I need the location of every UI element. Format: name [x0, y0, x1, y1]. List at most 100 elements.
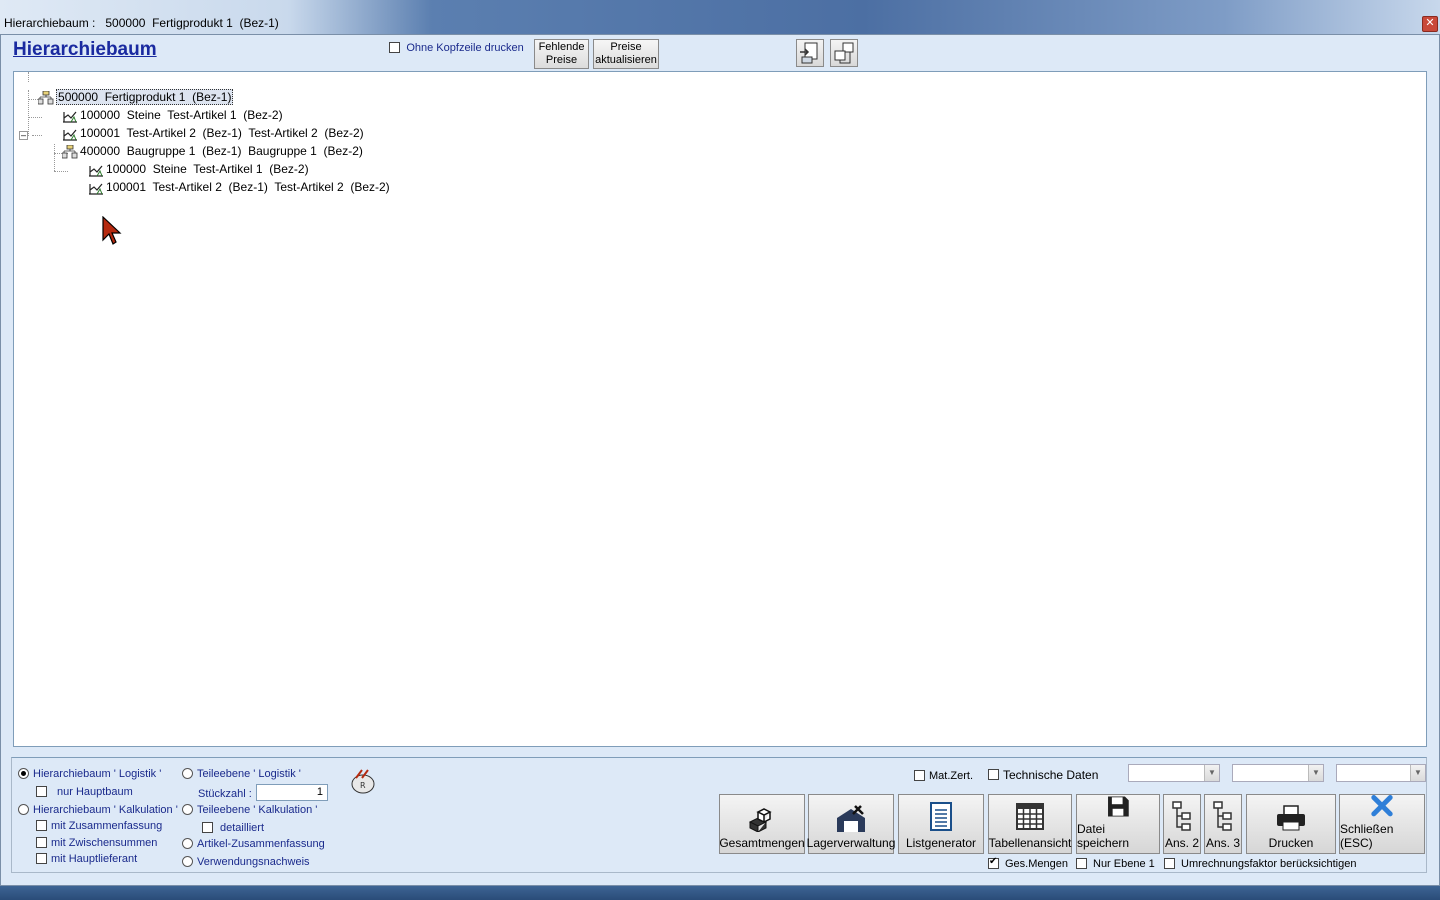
tabellenansicht-label: Tabellenansicht [988, 836, 1072, 850]
combo-3[interactable]: ▼ [1336, 764, 1426, 782]
ans2-button[interactable]: Ans. 2 [1163, 794, 1201, 854]
tree-node-assembly[interactable]: 400000 Baugruppe 1 (Bez-1) Baugruppe 1 (… [42, 127, 363, 159]
ges-mengen-label: Ges.Mengen [1005, 857, 1068, 870]
schliessen-label: Schließen (ESC) [1340, 822, 1394, 850]
lagerverwaltung-button[interactable]: Lagerverwaltung [807, 794, 895, 854]
mit-zusammenfassung-label: mit Zusammenfassung [51, 819, 163, 832]
option-detailliert[interactable]: detailliert [202, 820, 264, 834]
nur-ebene1-label: Nur Ebene 1 [1093, 857, 1155, 870]
option-mit-zusammenfassung[interactable]: mit Zusammenfassung [36, 818, 162, 832]
floppy-disk-icon [1108, 796, 1129, 817]
radio-teil-logistik[interactable] [182, 768, 193, 780]
options-panel: Hierarchiebaum ' Logistik ' nur Hauptbau… [11, 757, 1427, 873]
warehouse-icon [837, 805, 865, 832]
tree-line [54, 171, 68, 172]
export-document-button[interactable] [796, 39, 824, 67]
tree-node[interactable]: 100000 Steine Test-Artikel 1 (Bez-2) [68, 145, 309, 177]
listgenerator-button[interactable]: Listgenerator [898, 794, 984, 854]
checkbox-nur-hauptbaum[interactable] [36, 786, 47, 798]
tree-node[interactable]: 100001 Test-Artikel 2 (Bez-1) Test-Artik… [68, 163, 390, 195]
gesamtmengen-label: Gesamtmengen [719, 836, 805, 850]
expand-tree-icon [834, 42, 854, 64]
teil-kalkulation-label: Teileebene ' Kalkulation ' [197, 803, 318, 816]
drucken-button[interactable]: Drucken [1246, 794, 1336, 854]
update-prices-button[interactable]: Preise aktualisieren [593, 39, 659, 69]
title-bar: Hierarchiebaum : 500000 Fertigprodukt 1 … [0, 0, 1440, 38]
table-grid-icon [1016, 803, 1044, 830]
stueckzahl-input[interactable]: 1 [256, 784, 328, 801]
boxes-icon [748, 808, 772, 832]
collapse-toggle[interactable]: – [19, 131, 28, 140]
option-hier-logistik[interactable]: Hierarchiebaum ' Logistik ' [18, 766, 161, 780]
umrechnung-label: Umrechnungsfaktor berücksichtigen [1181, 857, 1357, 870]
checkbox-nur-ebene1[interactable] [1076, 858, 1087, 870]
tree-view-icon [1172, 801, 1191, 831]
radio-artikel-zusammenfassung[interactable] [182, 838, 193, 850]
mat-zert-label: Mat.Zert. [929, 769, 974, 782]
chevron-down-icon: ▼ [1308, 765, 1323, 781]
checkbox-technische-daten[interactable] [988, 769, 999, 781]
no-header-print-option[interactable]: Ohne Kopfzeile drucken [389, 40, 524, 54]
option-umrechnung[interactable]: Umrechnungsfaktor berücksichtigen [1164, 856, 1356, 870]
option-hier-kalkulation[interactable]: Hierarchiebaum ' Kalkulation ' [18, 802, 178, 816]
expand-tree-button[interactable] [830, 39, 858, 67]
ans3-label: Ans. 3 [1205, 836, 1241, 850]
tree-line [32, 135, 42, 136]
checkbox-umrechnung[interactable] [1164, 858, 1175, 870]
radio-hier-kalkulation[interactable] [18, 804, 29, 816]
no-header-print-checkbox[interactable] [389, 42, 400, 54]
detailliert-label: detailliert [220, 821, 265, 834]
ans3-button[interactable]: Ans. 3 [1204, 794, 1242, 854]
tree-node[interactable]: 100000 Steine Test-Artikel 1 (Bez-2) [42, 91, 283, 123]
technische-daten-label: Technische Daten [1003, 767, 1099, 782]
checkbox-mat-zert[interactable] [914, 770, 925, 782]
checkbox-mit-zwischensummen[interactable] [36, 837, 47, 849]
schliessen-button[interactable]: Schließen (ESC) [1339, 794, 1425, 854]
option-teil-logistik[interactable]: Teileebene ' Logistik ' [182, 766, 301, 780]
gesamtmengen-button[interactable]: Gesamtmengen [719, 794, 805, 854]
radio-hier-logistik[interactable] [18, 768, 29, 780]
tree-node-label: 100001 Test-Artikel 2 (Bez-1) Test-Artik… [106, 180, 390, 194]
teil-logistik-label: Teileebene ' Logistik ' [197, 767, 301, 780]
missing-prices-button[interactable]: Fehlende Preise [534, 39, 589, 69]
radio-verwendungsnachweis[interactable] [182, 856, 193, 868]
artikel-zusammenfassung-label: Artikel-Zusammenfassung [197, 837, 325, 850]
printer-icon [1277, 805, 1305, 831]
combo-2[interactable]: ▼ [1232, 764, 1324, 782]
chevron-down-icon: ▼ [1204, 765, 1219, 781]
tree-node-root[interactable]: 500000 Fertigprodukt 1 (Bez-1) [18, 73, 234, 105]
no-header-print-label: Ohne Kopfzeile drucken [406, 41, 524, 54]
hier-logistik-label: Hierarchiebaum ' Logistik ' [33, 767, 162, 780]
option-nur-ebene1[interactable]: Nur Ebene 1 [1076, 856, 1155, 870]
missing-prices-label-1: Fehlende [538, 41, 585, 53]
checkbox-detailliert[interactable] [202, 822, 213, 834]
option-mat-zert[interactable]: Mat.Zert. [914, 768, 973, 782]
combo-1[interactable]: ▼ [1128, 764, 1220, 782]
option-nur-hauptbaum[interactable]: nur Hauptbaum [36, 784, 133, 798]
mit-zwischensummen-label: mit Zwischensummen [51, 836, 158, 849]
option-mit-hauptlieferant[interactable]: mit Hauptlieferant [36, 851, 137, 865]
datei-speichern-button[interactable]: Datei speichern [1076, 794, 1160, 854]
option-technische-daten[interactable]: Technische Daten [988, 767, 1098, 782]
update-prices-label-1: Preise [610, 41, 642, 53]
option-teil-kalkulation[interactable]: Teileebene ' Kalkulation ' [182, 802, 317, 816]
checkbox-mit-hauptlieferant[interactable] [36, 853, 47, 865]
option-ges-mengen[interactable]: Ges.Mengen [988, 856, 1068, 870]
tree-view-icon [1213, 801, 1232, 831]
checkbox-mit-zusammenfassung[interactable] [36, 820, 47, 832]
hierarchy-tree[interactable]: – 500000 Fertigprodukt 1 (Bez-1) 100000 … [13, 71, 1427, 747]
stueckzahl-label: Stückzahl : [198, 787, 252, 800]
checkbox-ges-mengen[interactable] [988, 856, 999, 870]
tabellenansicht-button[interactable]: Tabellenansicht [988, 794, 1072, 854]
option-artikel-zusammenfassung[interactable]: Artikel-Zusammenfassung [182, 836, 325, 850]
mouse-cursor-icon [102, 216, 122, 245]
export-document-icon [800, 42, 818, 64]
option-mit-zwischensummen[interactable]: mit Zwischensummen [36, 835, 157, 849]
mouse-settings-icon[interactable]: R [348, 766, 378, 796]
main-window: Hierarchiebaum Ohne Kopfzeile drucken Fe… [0, 34, 1440, 886]
tree-node[interactable]: 100001 Test-Artikel 2 (Bez-1) Test-Artik… [42, 109, 364, 141]
window-close-button[interactable]: ✕ [1422, 16, 1438, 32]
option-verwendungsnachweis[interactable]: Verwendungsnachweis [182, 854, 310, 868]
list-document-icon [930, 802, 952, 831]
radio-teil-kalkulation[interactable] [182, 804, 193, 816]
